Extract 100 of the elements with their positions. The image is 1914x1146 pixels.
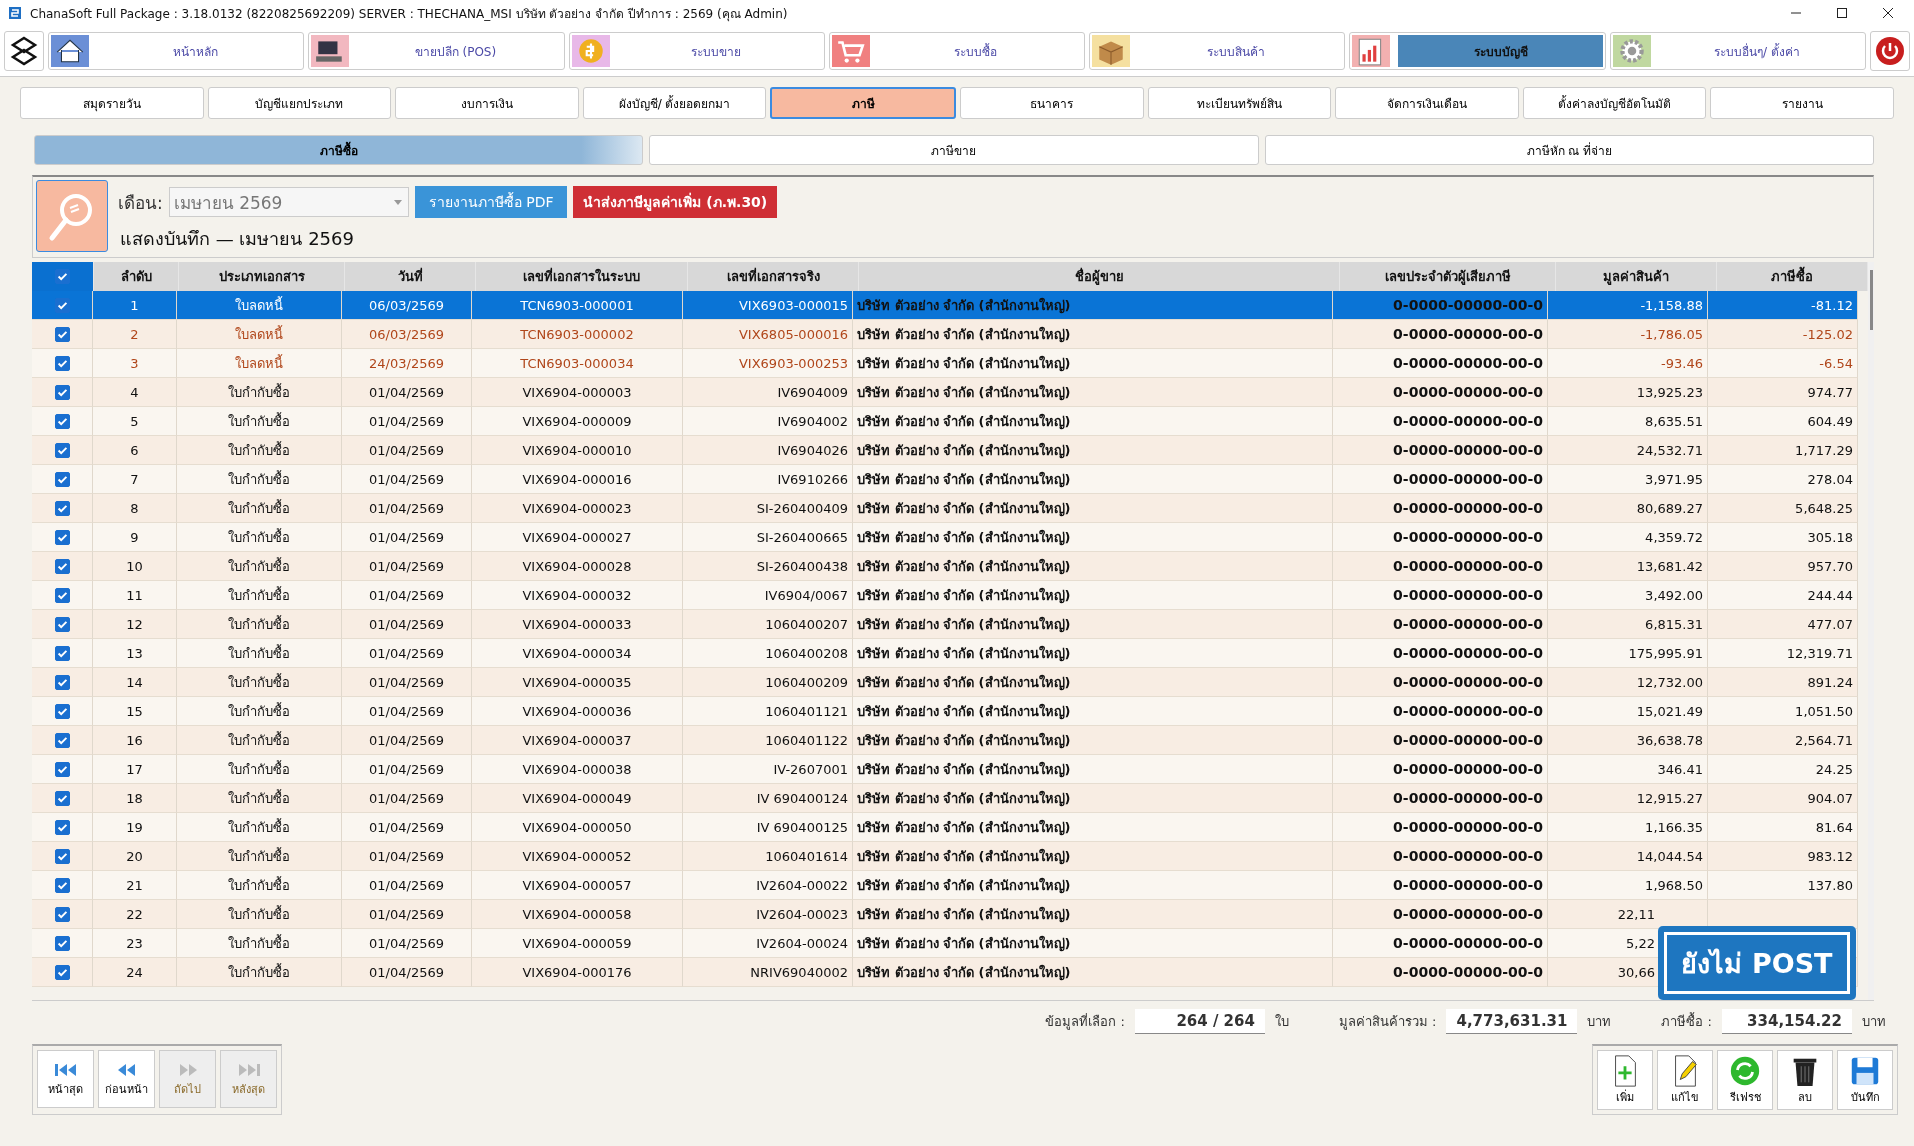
toolbar-button[interactable]: แก้ไข <box>1657 1050 1713 1110</box>
toolbar-button[interactable]: ลบ <box>1777 1050 1833 1110</box>
column-header[interactable]: เลขประจำตัวผู้เสียภาษี <box>1340 262 1556 291</box>
column-header[interactable]: มูลค่าสินค้า <box>1556 262 1717 291</box>
row-checkbox[interactable] <box>54 935 70 951</box>
row-checkbox[interactable] <box>54 471 70 487</box>
table-row[interactable]: 11 ใบกำกับซื้อ 01/04/2569 VIX6904-000032 IV6904/0067 บริษัท ตัวอย่าง จำกัด (สำนักงานใหญ่) 0-0000-00000-00-0 3,492.00 244.44 <box>32 581 1868 610</box>
table-row[interactable]: 5 ใบกำกับซื้อ 01/04/2569 VIX6904-000009 IV6904002 บริษัท ตัวอย่าง จำกัด (สำนักงานใหญ่) 0-0000-00000-00-0 8,635.51 604.49 <box>32 407 1868 436</box>
row-checkbox[interactable] <box>54 848 70 864</box>
table-row[interactable]: 6 ใบกำกับซื้อ 01/04/2569 VIX6904-000010 IV6904026 บริษัท ตัวอย่าง จำกัด (สำนักงานใหญ่) 0-0000-00000-00-0 24,532.71 1,717.29 <box>32 436 1868 465</box>
table-row[interactable]: 16 ใบกำกับซื้อ 01/04/2569 VIX6904-000037 1060401122 บริษัท ตัวอย่าง จำกัด (สำนักงานใหญ่) 0-0000-00000-00-0 36,638.78 2,564.71 <box>32 726 1868 755</box>
section-tab[interactable]: ผังบัญชี/ ตั้งยอดยกมา <box>582 87 767 119</box>
module-tab[interactable]: ระบบสินค้า <box>1089 32 1346 70</box>
row-checkbox[interactable] <box>54 529 70 545</box>
row-checkbox[interactable] <box>54 587 70 603</box>
column-header[interactable]: ภาษีซื้อ <box>1717 262 1868 291</box>
table-row[interactable]: 21 ใบกำกับซื้อ 01/04/2569 VIX6904-000057 IV2604-00022 บริษัท ตัวอย่าง จำกัด (สำนักงานใหญ่) 0-0000-00000-00-0 1,968.50 137.80 <box>32 871 1868 900</box>
table-cell: VIX6904-000058 <box>472 900 683 929</box>
table-row[interactable]: 19 ใบกำกับซื้อ 01/04/2569 VIX6904-000050 IV 690400125 บริษัท ตัวอย่าง จำกัด (สำนักงานใหญ่) 0-0000-00000-00-0 1,166.35 81.64 <box>32 813 1868 842</box>
row-checkbox[interactable] <box>54 384 70 400</box>
column-header[interactable]: เลขที่เอกสารจริง <box>688 262 859 291</box>
row-checkbox[interactable] <box>54 442 70 458</box>
toolbar-button[interactable]: รีเฟรช <box>1717 1050 1773 1110</box>
table-cell: บริษัท ตัวอย่าง จำกัด (สำนักงานใหญ่) <box>853 436 1333 465</box>
pager-button[interactable]: หน้าสุด <box>37 1050 94 1108</box>
submit-vat-button[interactable]: นำส่งภาษีมูลค่าเพิ่ม (ภ.พ.30) <box>573 186 778 218</box>
row-checkbox[interactable] <box>54 500 70 516</box>
table-row[interactable]: 18 ใบกำกับซื้อ 01/04/2569 VIX6904-000049 IV 690400124 บริษัท ตัวอย่าง จำกัด (สำนักงานใหญ่) 0-0000-00000-00-0 12,915.27 904.07 <box>32 784 1868 813</box>
logo-icon[interactable] <box>4 31 44 71</box>
column-header[interactable]: ชื่อผู้ขาย <box>859 262 1340 291</box>
row-checkbox[interactable] <box>54 877 70 893</box>
table-row[interactable]: 9 ใบกำกับซื้อ 01/04/2569 VIX6904-000027 SI-260400665 บริษัท ตัวอย่าง จำกัด (สำนักงานใหญ่) 0-0000-00000-00-0 4,359.72 305.18 <box>32 523 1868 552</box>
row-checkbox[interactable] <box>54 355 70 371</box>
section-tab[interactable]: บัญชีแยกประเภท <box>207 87 392 119</box>
table-cell: บริษัท ตัวอย่าง จำกัด (สำนักงานใหญ่) <box>853 639 1333 668</box>
account-module-icon <box>1352 35 1391 67</box>
column-header[interactable]: ประเภทเอกสาร <box>179 262 345 291</box>
table-row[interactable]: 12 ใบกำกับซื้อ 01/04/2569 VIX6904-000033 1060400207 บริษัท ตัวอย่าง จำกัด (สำนักงานใหญ่) 0-0000-00000-00-0 6,815.31 477.07 <box>32 610 1868 639</box>
module-tab[interactable]: ระบบบัญชี <box>1349 32 1606 70</box>
row-checkbox[interactable] <box>54 326 70 342</box>
table-row[interactable]: 14 ใบกำกับซื้อ 01/04/2569 VIX6904-000035 1060400209 บริษัท ตัวอย่าง จำกัด (สำนักงานใหญ่) 0-0000-00000-00-0 12,732.00 891.24 <box>32 668 1868 697</box>
table-row[interactable]: 13 ใบกำกับซื้อ 01/04/2569 VIX6904-000034 1060400208 บริษัท ตัวอย่าง จำกัด (สำนักงานใหญ่) 0-0000-00000-00-0 175,995.91 12,319.71 <box>32 639 1868 668</box>
table-cell: ใบลดหนี้ <box>177 320 342 349</box>
row-checkbox[interactable] <box>54 413 70 429</box>
section-tab[interactable]: ภาษี <box>770 87 956 119</box>
month-dropdown[interactable]: เมษายน 2569 <box>168 187 409 217</box>
table-cell: 891.24 <box>1708 668 1858 697</box>
row-checkbox[interactable] <box>54 790 70 806</box>
close-icon[interactable] <box>1882 7 1894 19</box>
tax-tab[interactable]: ภาษีขาย <box>649 135 1259 165</box>
table-row[interactable]: 10 ใบกำกับซื้อ 01/04/2569 VIX6904-000028 SI-260400438 บริษัท ตัวอย่าง จำกัด (สำนักงานใหญ่) 0-0000-00000-00-0 13,681.42 957.70 <box>32 552 1868 581</box>
row-checkbox[interactable] <box>54 703 70 719</box>
module-tab[interactable]: ระบบอื่นๆ/ ตั้งค่า <box>1609 32 1866 70</box>
row-checkbox[interactable] <box>54 906 70 922</box>
section-tab[interactable]: งบการเงิน <box>395 87 579 119</box>
table-row[interactable]: 4 ใบกำกับซื้อ 01/04/2569 VIX6904-000003 IV6904009 บริษัท ตัวอย่าง จำกัด (สำนักงานใหญ่) 0-0000-00000-00-0 13,925.23 974.77 <box>32 378 1868 407</box>
table-row[interactable]: 17 ใบกำกับซื้อ 01/04/2569 VIX6904-000038 IV-2607001 บริษัท ตัวอย่าง จำกัด (สำนักงานใหญ่) 0-0000-00000-00-0 346.41 24.25 <box>32 755 1868 784</box>
table-row[interactable]: 2 ใบลดหนี้ 06/03/2569 TCN6903-000002 VIX6805-000016 บริษัท ตัวอย่าง จำกัด (สำนักงานใหญ่) 0-0000-00000-00-0 -1,786.05 -125.02 <box>32 320 1868 349</box>
toolbar-button[interactable]: บันทึก <box>1837 1050 1893 1110</box>
table-row[interactable]: 15 ใบกำกับซื้อ 01/04/2569 VIX6904-000036 1060401121 บริษัท ตัวอย่าง จำกัด (สำนักงานใหญ่) 0-0000-00000-00-0 15,021.49 1,051.50 <box>32 697 1868 726</box>
section-tab[interactable]: ตั้งค่าลงบัญชีอัตโนมัติ <box>1522 87 1707 119</box>
column-header[interactable]: ลำดับ <box>94 262 179 291</box>
row-checkbox[interactable] <box>54 645 70 661</box>
column-header[interactable]: วันที่ <box>345 262 476 291</box>
search-icon[interactable] <box>36 180 108 252</box>
power-button[interactable] <box>1869 31 1910 71</box>
module-tab[interactable]: ระบบขาย <box>568 32 825 70</box>
tax-tab[interactable]: ภาษีซื้อ <box>34 135 644 165</box>
pager-button[interactable]: ก่อนหน้า <box>98 1050 155 1108</box>
tax-tab[interactable]: ภาษีหัก ณ ที่จ่าย <box>1264 135 1874 165</box>
table-row[interactable]: 8 ใบกำกับซื้อ 01/04/2569 VIX6904-000023 SI-260400409 บริษัท ตัวอย่าง จำกัด (สำนักงานใหญ่) 0-0000-00000-00-0 80,689.27 5,648.25 <box>32 494 1868 523</box>
row-checkbox[interactable] <box>54 558 70 574</box>
row-checkbox[interactable] <box>54 297 70 313</box>
section-tab[interactable]: ทะเบียนทรัพย์สิน <box>1147 87 1332 119</box>
select-all-checkbox[interactable] <box>55 269 70 284</box>
section-tab[interactable]: สมุดรายวัน <box>20 87 204 119</box>
table-row[interactable]: 22 ใบกำกับซื้อ 01/04/2569 VIX6904-000058 IV2604-00023 บริษัท ตัวอย่าง จำกัด (สำนักงานใหญ่) 0-0000-00000-00-0 22,11 <box>32 900 1868 929</box>
row-checkbox[interactable] <box>54 819 70 835</box>
section-tab[interactable]: ธนาคาร <box>959 87 1144 119</box>
table-row[interactable]: 3 ใบลดหนี้ 24/03/2569 TCN6903-000034 VIX6903-000253 บริษัท ตัวอย่าง จำกัด (สำนักงานใหญ่) 0-0000-00000-00-0 -93.46 -6.54 <box>32 349 1868 378</box>
module-tab[interactable]: หน้าหลัก <box>48 32 305 70</box>
scrollbar-thumb[interactable] <box>1869 270 1873 330</box>
row-checkbox[interactable] <box>54 761 70 777</box>
table-row[interactable]: 20 ใบกำกับซื้อ 01/04/2569 VIX6904-000052 1060401614 บริษัท ตัวอย่าง จำกัด (สำนักงานใหญ่) 0-0000-00000-00-0 14,044.54 983.12 <box>32 842 1868 871</box>
table-row[interactable]: 7 ใบกำกับซื้อ 01/04/2569 VIX6904-000016 IV6910266 บริษัท ตัวอย่าง จำกัด (สำนักงานใหญ่) 0-0000-00000-00-0 3,971.95 278.04 <box>32 465 1868 494</box>
table-cell: VIX6904-000032 <box>472 581 683 610</box>
section-tab[interactable]: จัดการเงินเดือน <box>1335 87 1519 119</box>
module-tab[interactable]: ขายปลีก (POS) <box>308 32 565 70</box>
toolbar-button[interactable]: เพิ่ม <box>1597 1050 1653 1110</box>
column-header[interactable]: เลขที่เอกสารในระบบ <box>476 262 688 291</box>
section-tab[interactable]: รายงาน <box>1710 87 1894 119</box>
maximize-icon[interactable] <box>1836 7 1848 19</box>
module-tab[interactable]: ระบบซื้อ <box>828 32 1086 70</box>
row-checkbox[interactable] <box>54 964 70 980</box>
row-checkbox[interactable] <box>54 732 70 748</box>
table-cell: 01/04/2569 <box>342 813 472 842</box>
table-row[interactable]: 1 ใบลดหนี้ 06/03/2569 TCN6903-000001 VIX6903-000015 บริษัท ตัวอย่าง จำกัด (สำนักงานใหญ่) 0-0000-00000-00-0 -1,158.88 -81.12 <box>32 291 1868 320</box>
row-checkbox[interactable] <box>54 616 70 632</box>
row-checkbox[interactable] <box>54 674 70 690</box>
scrollbar-track[interactable] <box>1868 262 1874 1000</box>
